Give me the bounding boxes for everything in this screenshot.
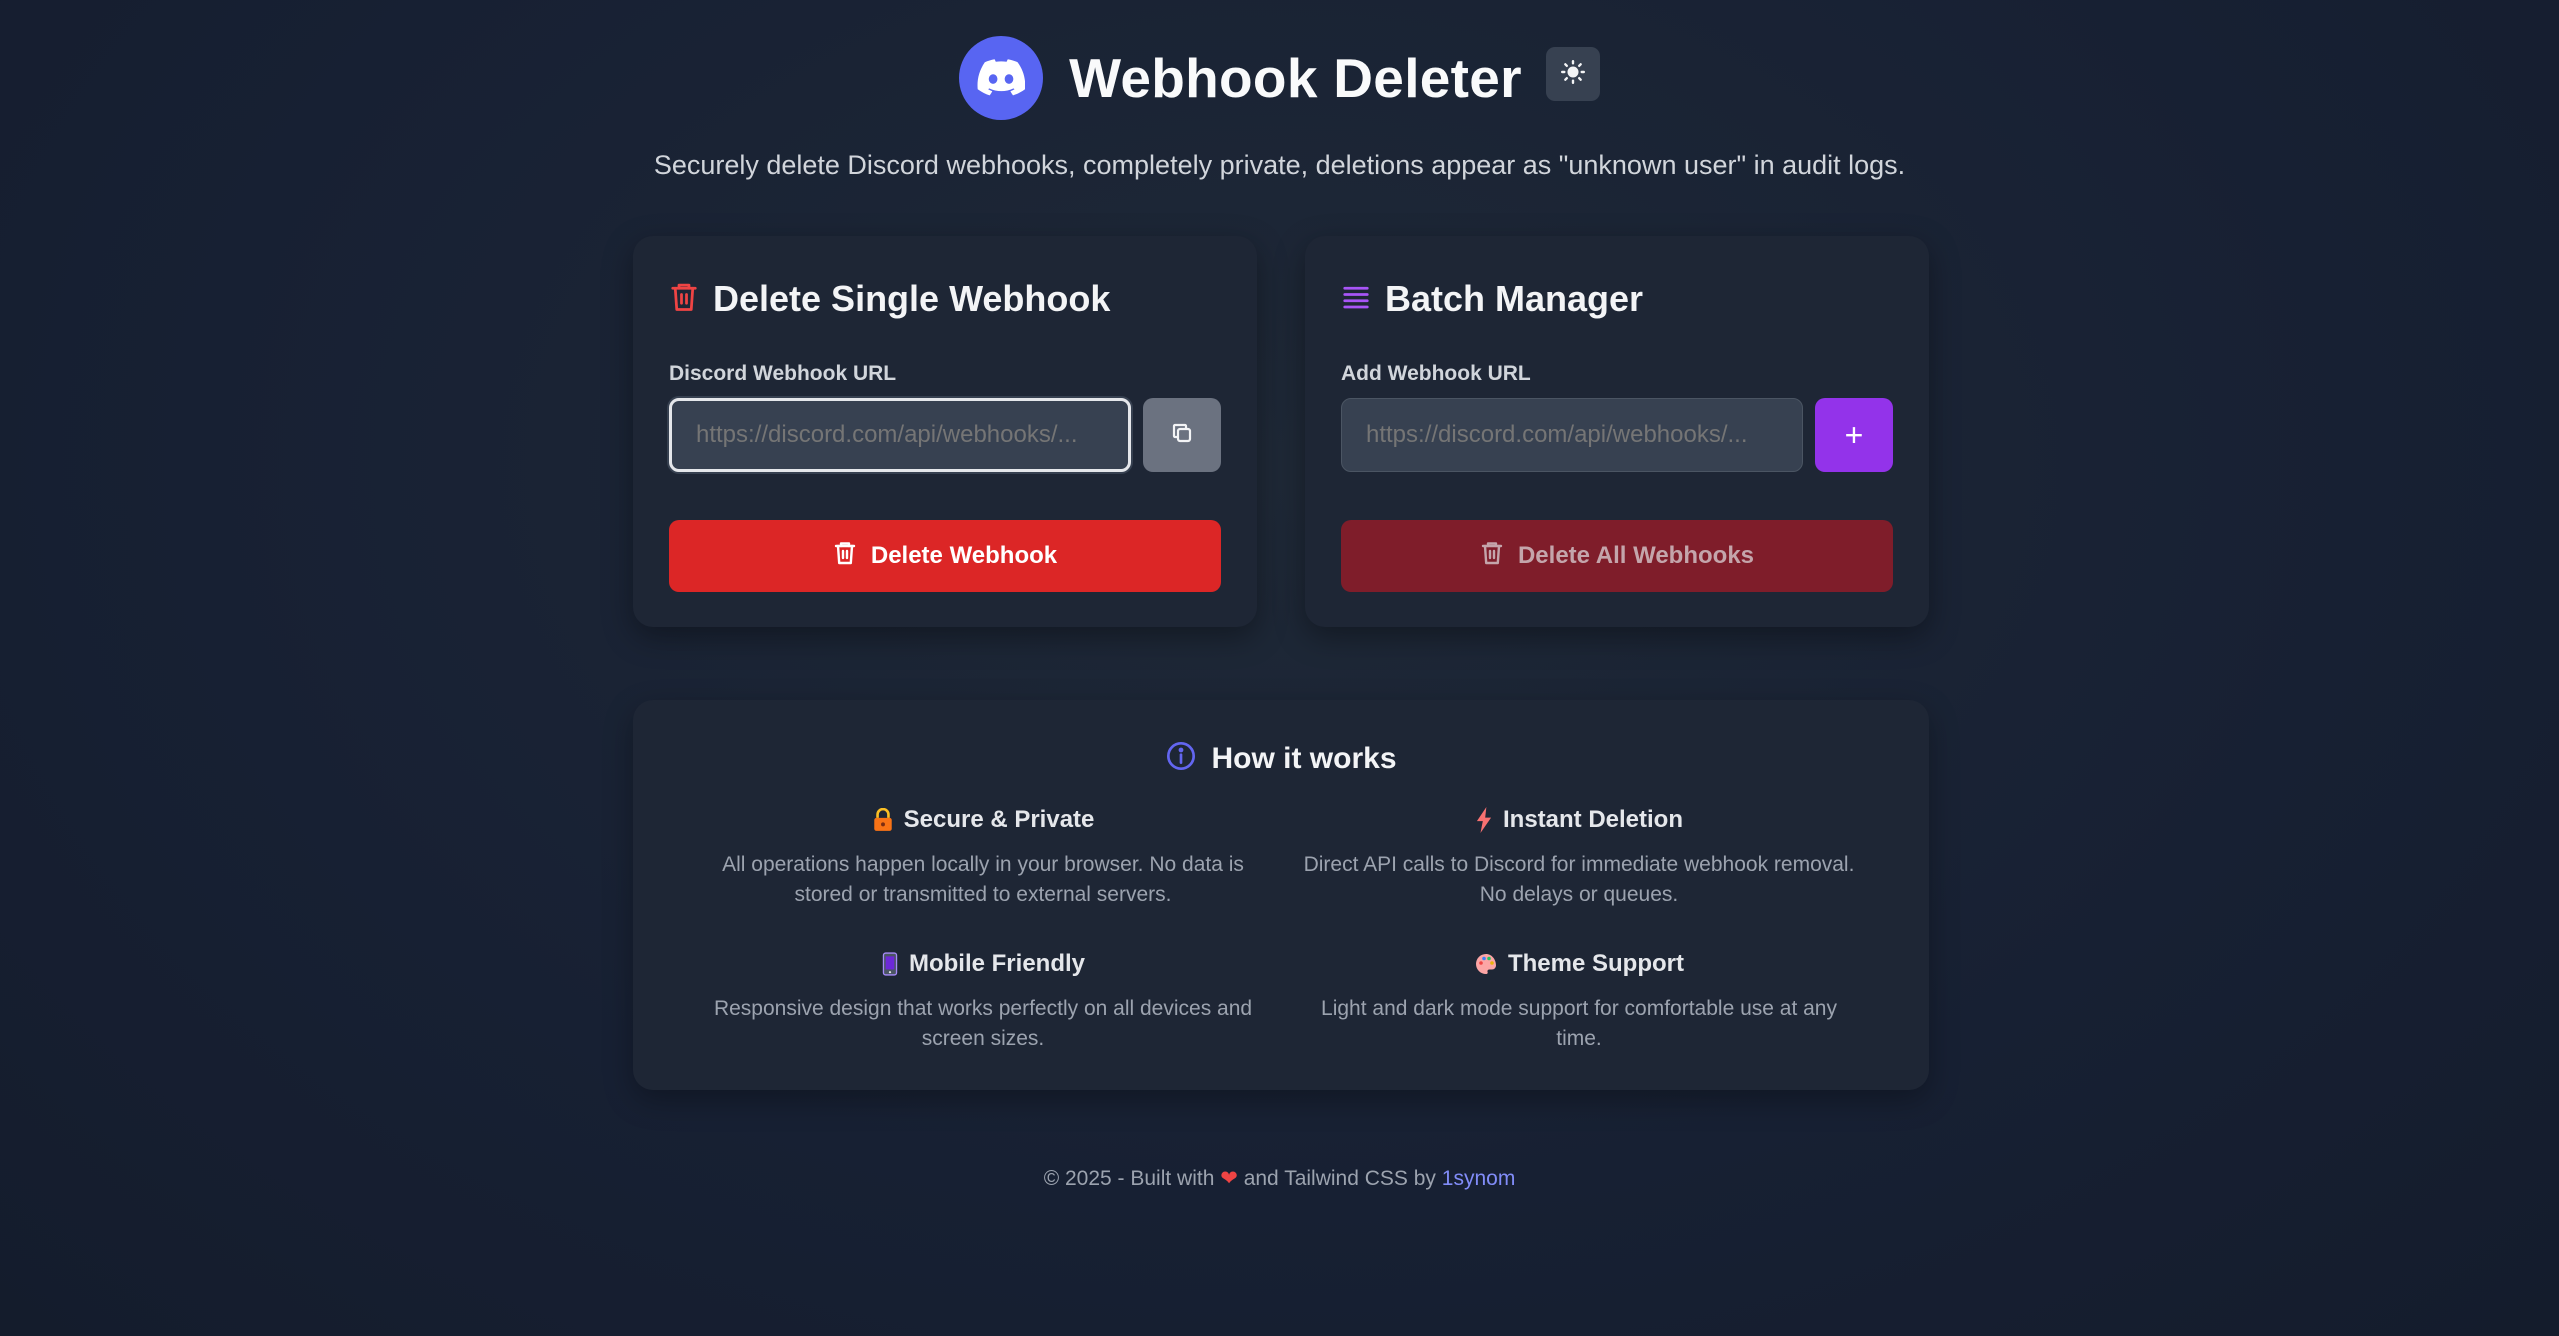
copy-icon <box>1170 421 1194 450</box>
page-subtitle: Securely delete Discord webhooks, comple… <box>653 150 1906 180</box>
how-it-works-heading: How it works <box>633 740 1929 777</box>
lock-icon <box>872 808 894 832</box>
app-header: Webhook Deleter <box>0 36 2559 120</box>
lightning-icon <box>1475 807 1493 833</box>
author-link[interactable]: 1synom <box>1442 1167 1516 1190</box>
card-heading: Delete Single Webhook <box>669 278 1110 320</box>
batch-manager-card: Batch Manager Add Webhook URL + Delete A… <box>1305 236 1929 627</box>
add-webhook-url-input[interactable] <box>1341 398 1803 472</box>
info-icon <box>1165 740 1197 777</box>
footer: © 2025 - Built with ❤ and Tailwind CSS b… <box>0 1166 2559 1191</box>
footer-middle: and Tailwind CSS by <box>1243 1167 1436 1190</box>
how-it-works-section: How it works Secure & Private All operat… <box>633 700 1929 1090</box>
palette-icon <box>1474 952 1498 976</box>
trash-icon <box>669 280 699 319</box>
add-webhook-url-label: Add Webhook URL <box>1341 362 1531 385</box>
feature-theme: Theme Support Light and dark mode suppor… <box>1299 950 1859 1054</box>
feature-description: All operations happen locally in your br… <box>722 853 1244 906</box>
trash-icon <box>1480 540 1504 573</box>
feature-description: Light and dark mode support for comforta… <box>1321 997 1837 1050</box>
delete-webhook-label: Delete Webhook <box>870 542 1058 569</box>
discord-icon <box>959 36 1044 120</box>
delete-single-card: Delete Single Webhook Discord Webhook UR… <box>633 236 1257 627</box>
heart-icon: ❤ <box>1220 1167 1238 1190</box>
feature-title: Instant Deletion <box>1502 806 1683 833</box>
feature-instant: Instant Deletion Direct API calls to Dis… <box>1299 806 1859 910</box>
add-webhook-button[interactable]: + <box>1815 398 1893 472</box>
sun-icon <box>1560 59 1586 90</box>
how-it-works-title: How it works <box>1211 741 1397 775</box>
feature-title: Theme Support <box>1507 950 1684 977</box>
theme-toggle-button[interactable] <box>1545 47 1600 101</box>
delete-all-label: Delete All Webhooks <box>1517 542 1755 569</box>
mobile-icon <box>881 952 899 976</box>
feature-title: Secure & Private <box>903 806 1095 833</box>
list-icon <box>1341 282 1371 317</box>
webhook-url-label: Discord Webhook URL <box>669 362 897 385</box>
card-heading: Batch Manager <box>1341 278 1643 320</box>
feature-secure: Secure & Private All operations happen l… <box>703 806 1263 910</box>
footer-prefix: © 2025 - Built with <box>1043 1167 1215 1190</box>
delete-all-webhooks-button[interactable]: Delete All Webhooks <box>1341 520 1893 592</box>
feature-mobile: Mobile Friendly Responsive design that w… <box>703 950 1263 1054</box>
page-title: Webhook Deleter <box>1069 47 1522 109</box>
card-title: Batch Manager <box>1385 278 1644 319</box>
trash-icon <box>833 540 857 573</box>
card-title: Delete Single Webhook <box>713 278 1111 319</box>
plus-icon: + <box>1844 416 1864 453</box>
feature-title: Mobile Friendly <box>908 950 1085 977</box>
feature-description: Direct API calls to Discord for immediat… <box>1303 853 1855 906</box>
webhook-url-input[interactable] <box>669 398 1131 472</box>
paste-button[interactable] <box>1143 398 1221 472</box>
feature-description: Responsive design that works perfectly o… <box>713 997 1253 1050</box>
delete-webhook-button[interactable]: Delete Webhook <box>669 520 1221 592</box>
